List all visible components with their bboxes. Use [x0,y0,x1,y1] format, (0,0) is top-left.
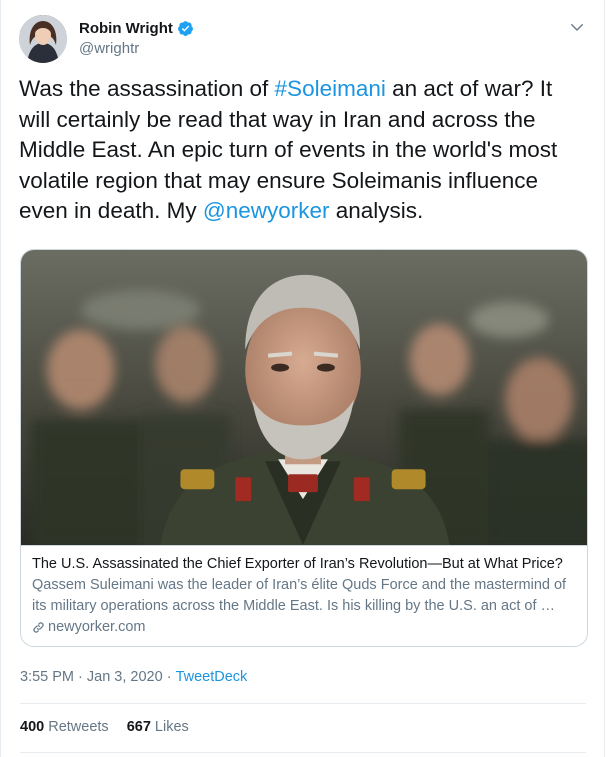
card-domain-row[interactable]: newyorker.com [32,619,576,635]
likes-label: Likes [150,719,189,735]
likes-count: 667 [126,719,151,735]
avatar[interactable] [19,15,67,63]
verified-badge-icon [177,21,193,36]
tweet-date[interactable]: Jan 3, 2020 [87,669,163,685]
likes-stat[interactable]: 667 Likes [127,719,189,735]
tweet-source-link[interactable]: TweetDeck [176,669,248,685]
tweet-container: Robin Wright @wrightr Was the assassinat… [0,0,605,757]
card-image[interactable] [21,250,587,546]
tweet-stats: 400 Retweets 667 Likes [20,719,189,735]
author-name-row[interactable]: Robin Wright [79,20,194,37]
tweet-text-segment: analysis. [329,198,424,223]
avatar-image [19,15,67,63]
link-icon [33,621,44,633]
tweet-meta: 3:55 PM · Jan 3, 2020 · TweetDeck [20,669,247,685]
author-handle[interactable]: @wrightr [79,40,139,57]
meta-separator: · [162,669,176,685]
divider [20,752,586,753]
hashtag-link[interactable]: #Soleimani [275,76,386,101]
retweets-label: Retweets [44,719,109,735]
card-title[interactable]: The U.S. Assassinated the Chief Exporter… [32,555,576,574]
chevron-down-icon[interactable] [568,18,586,36]
meta-separator: · [74,669,87,685]
tweet-text-segment: Was the assassination of [19,76,275,101]
tweet-text: Was the assassination of #Soleimani an a… [19,74,587,227]
author-display-name[interactable]: Robin Wright [79,20,173,37]
retweets-count: 400 [20,719,45,735]
mention-link[interactable]: @newyorker [203,198,330,223]
retweets-stat[interactable]: 400 Retweets [20,719,109,735]
tweet-time[interactable]: 3:55 PM [20,669,74,685]
card-domain[interactable]: newyorker.com [48,619,146,635]
card-body[interactable]: The U.S. Assassinated the Chief Exporter… [21,546,587,635]
link-preview-card[interactable]: The U.S. Assassinated the Chief Exporter… [20,249,588,647]
card-description: Qassem Suleimani was the leader of Iran’… [32,577,567,614]
divider [20,703,586,704]
